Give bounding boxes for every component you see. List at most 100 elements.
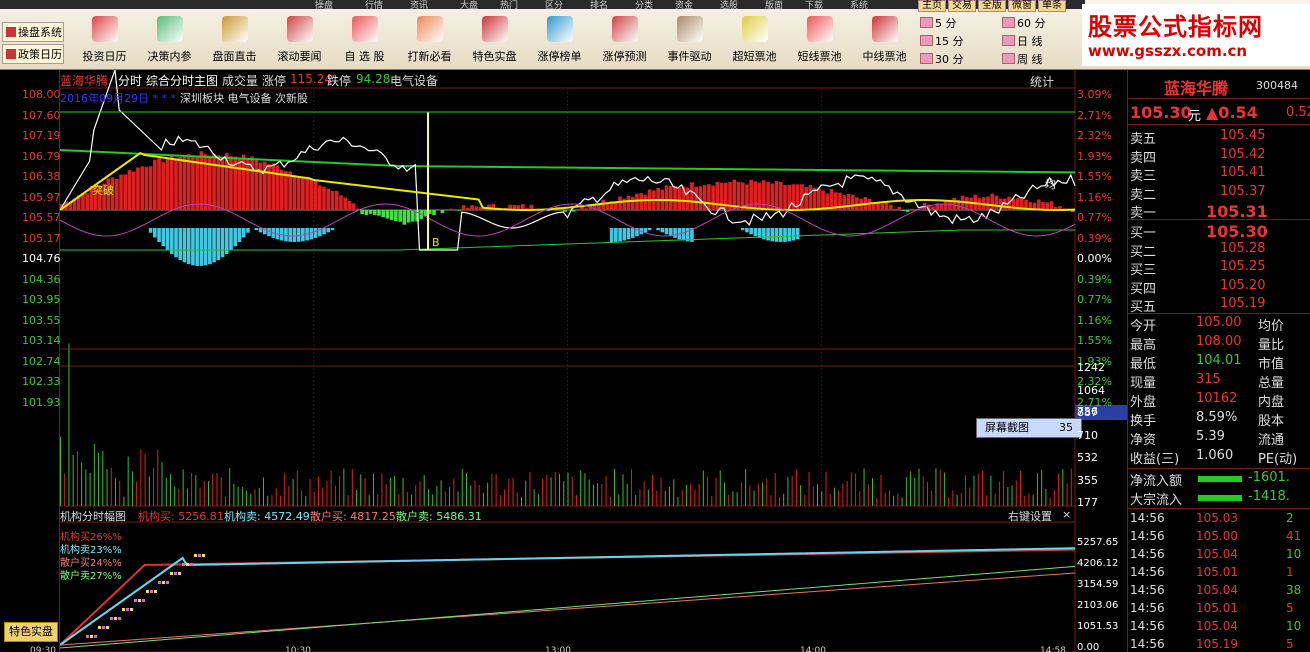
volume-bar xyxy=(102,450,104,506)
inst-line xyxy=(59,572,1076,646)
tool-button[interactable]: 中线票池 xyxy=(852,12,917,68)
macd-bar xyxy=(952,197,956,210)
intraday-chart-area[interactable]: 108.00 107.60 107.19 106.79 106.38 105.97 105.… xyxy=(0,70,1127,652)
top-menu-item[interactable]: 分类 xyxy=(635,0,653,11)
top-right-tab[interactable]: 单条 xyxy=(1038,0,1066,12)
macd-bar xyxy=(123,174,128,210)
volume-bar xyxy=(1020,470,1022,506)
macd-bar xyxy=(639,193,644,210)
top-menu-item[interactable]: 资金 xyxy=(675,0,693,11)
feature-button[interactable]: 特色实盘 xyxy=(4,622,58,642)
volume-bar xyxy=(1024,495,1026,506)
stat-value: 5.39 xyxy=(1196,429,1225,444)
stats-button[interactable]: 统计 xyxy=(1030,73,1054,90)
macd-bar xyxy=(466,207,470,210)
tool-button[interactable]: 滚动要闻 xyxy=(267,12,332,68)
top-menu-item[interactable]: 版面 xyxy=(765,0,783,11)
volume-bar xyxy=(677,497,679,506)
period-button[interactable]: 30 分 xyxy=(920,51,964,67)
period-button[interactable]: 15 分 xyxy=(920,33,964,49)
stat-key-2: 流通 xyxy=(1258,433,1285,448)
macd-bar xyxy=(893,208,897,210)
volume-label: 成交量 xyxy=(222,74,259,88)
tool-button[interactable]: 决策内参 xyxy=(137,12,202,68)
top-menu-item[interactable]: 行情 xyxy=(365,0,383,11)
tool-button[interactable]: 特色实盘 xyxy=(462,12,527,68)
close-icon[interactable]: × xyxy=(1062,508,1071,521)
period-button[interactable]: 周 线 xyxy=(1002,51,1043,67)
macd-bar xyxy=(449,208,453,210)
flow-bar xyxy=(647,228,652,231)
period-button[interactable]: 60 分 xyxy=(1002,15,1046,31)
pct-tick: 1.93% xyxy=(1077,149,1112,163)
volume-bar xyxy=(571,476,573,506)
settings-button[interactable]: 右键设置 xyxy=(1008,508,1052,524)
macd-bar xyxy=(618,196,622,210)
macd-bar xyxy=(186,154,191,210)
price-tick: 103.14 xyxy=(22,334,61,347)
stat-row: 最低 104.01 市值 xyxy=(1128,353,1310,372)
macd-bar xyxy=(711,185,715,210)
top-right-tab[interactable]: 微窗 xyxy=(1008,0,1036,12)
macd-bar xyxy=(220,156,225,210)
tool-button[interactable]: 自 选 股 xyxy=(332,12,397,68)
tool-button[interactable]: 事件驱动 xyxy=(657,12,722,68)
volume-tick: 355 xyxy=(1077,473,1098,487)
volume-bar xyxy=(136,481,138,506)
tool-button[interactable]: 涨停榜单 xyxy=(527,12,592,68)
top-right-tab[interactable]: 全版 xyxy=(978,0,1006,12)
tool-button[interactable]: 打新必看 xyxy=(397,12,462,68)
tool-button[interactable]: 涨停预测 xyxy=(592,12,657,68)
top-menu-item[interactable]: 系统 xyxy=(850,0,868,11)
volume-bar xyxy=(905,477,907,506)
macd-bar xyxy=(850,194,855,210)
tool-label: 事件驱动 xyxy=(667,50,712,63)
volume-bar xyxy=(537,493,539,506)
screenshot-menu-item[interactable]: 屏幕截图 35 xyxy=(976,418,1082,438)
volume-bar xyxy=(186,488,188,506)
inst-marker xyxy=(110,617,113,620)
top-menu-item[interactable]: 区分 xyxy=(545,0,563,11)
top-menu-item[interactable]: 排名 xyxy=(590,0,608,11)
tool-button[interactable]: 盘面直击 xyxy=(202,12,267,68)
tool-button[interactable]: 短线票池 xyxy=(787,12,852,68)
policy-calendar-button[interactable]: 政策日历 xyxy=(2,44,64,64)
volume-bar xyxy=(368,495,370,506)
period-button[interactable]: 5 分 xyxy=(920,15,957,31)
inst-line xyxy=(59,565,1076,649)
flow-bar xyxy=(241,228,246,238)
pct-tick: 0.77% xyxy=(1077,211,1112,224)
flow-bar xyxy=(614,228,618,242)
volume-bar xyxy=(195,475,197,506)
volume-bar xyxy=(643,481,645,506)
macd-bar xyxy=(677,187,682,210)
top-menu-item[interactable]: 选股 xyxy=(720,0,738,11)
period-button[interactable]: 日 线 xyxy=(1002,33,1043,49)
macd-bar xyxy=(398,210,402,222)
tool-button[interactable]: 超短票池 xyxy=(722,12,787,68)
inst-marker xyxy=(154,590,157,593)
tool-button[interactable]: 投资日历 xyxy=(72,12,137,68)
macd-bar xyxy=(910,208,914,210)
volume-bar xyxy=(1049,497,1051,506)
macd-bar xyxy=(783,185,787,210)
top-right-tab[interactable]: 主页 xyxy=(918,0,946,12)
stock-name: 蓝海华腾 xyxy=(60,74,109,88)
top-menu-item[interactable]: 操盘 xyxy=(315,0,333,11)
volume-bar xyxy=(914,477,916,506)
top-menu-item[interactable]: 大盘 xyxy=(460,0,478,11)
top-menu-item[interactable]: 下载 xyxy=(805,0,823,11)
top-menu-item[interactable]: 热门 xyxy=(500,0,518,11)
macd-bar xyxy=(212,153,216,210)
board-line: 深圳板块 电气设备 次新股 xyxy=(180,92,308,105)
sector-label: 电气设备 xyxy=(390,74,439,88)
volume-bar xyxy=(960,492,962,506)
top-menu-item[interactable]: 资讯 xyxy=(410,0,428,11)
macd-bar xyxy=(347,200,352,210)
volume-bar xyxy=(110,467,112,506)
top-right-tab[interactable]: 交易 xyxy=(948,0,976,12)
ask-price: 105.41 xyxy=(1220,165,1266,180)
flow-bar xyxy=(626,228,631,240)
macd-bar xyxy=(144,166,149,210)
system-button[interactable]: 操盘系统 xyxy=(2,22,64,42)
